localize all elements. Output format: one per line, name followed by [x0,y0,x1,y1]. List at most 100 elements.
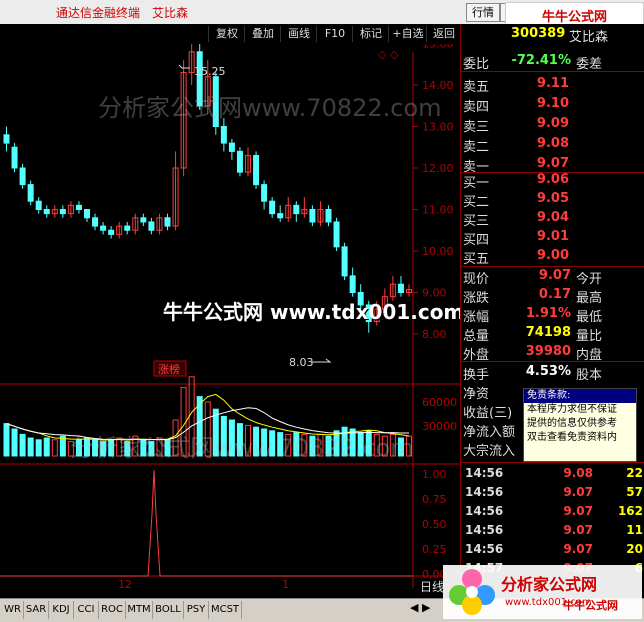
indicator-tab-roc[interactable]: ROC [99,601,126,619]
candle-body [309,209,316,223]
bid-label: 买五 [463,252,490,267]
chart-toolbar: 复权 叠加 画线 F10 标记 +自选 返回 [0,24,460,44]
f10-button[interactable]: F10 [316,26,353,42]
candle-body [261,184,268,202]
candle-body [108,229,115,235]
tick-price: 9.07 [563,504,593,518]
ask-label: 卖五 [463,80,490,95]
add-favorite-button[interactable]: +自选 [388,26,427,42]
quote-row: 现价 9.07 今开 [461,266,644,287]
app-title: 通达信金融终端 [56,6,141,20]
overlay-button[interactable]: 叠加 [244,26,281,42]
indicator-tab-mcst[interactable]: MCST [209,601,242,619]
quote-value: 1.91% [525,306,571,321]
candle-body [3,134,10,144]
candle-body [269,200,276,215]
fenxijia-logo-text: 分析家公式网 [501,575,598,594]
volume-bar [11,428,18,457]
bid-row: 买一 9.06 [461,170,644,191]
candle-body [124,225,131,231]
indicator-tab-wr[interactable]: WR [2,601,24,619]
weibi-value: -72.41% [511,53,571,68]
weicha-label: 委差 [576,57,603,72]
disclaimer-line: 提供的信息仅供参考 [527,418,617,429]
price-tick-label: 15.00 [422,44,454,51]
bid-price: 9.04 [536,210,569,225]
indicator-tab-mtm[interactable]: MTM [126,601,153,619]
candle-body [75,204,82,211]
tick-volume: 57 [626,485,643,499]
volume-tick-label: 60000 [422,396,457,409]
indicator-tab-kdj[interactable]: KDJ [49,601,74,619]
quote-value: 74198 [525,325,571,340]
quote-button[interactable]: 行情 [466,3,500,22]
volume-tick-label: 30000 [422,420,457,433]
ask-row: 卖三 9.09 [461,114,644,135]
quote-row: 涨幅 1.91% 最低 [461,304,644,325]
price-tick-label: 8.00 [422,328,447,341]
candle-body [148,221,155,231]
volume-bar [3,423,10,457]
low-arrow [312,358,332,363]
indicator-tab-cci[interactable]: CCI [74,601,99,619]
stock-title: 艾比森 [152,6,189,20]
zhangbang-label: 涨榜 [158,362,180,376]
date-label-12: 12 [118,578,132,591]
candle-body [397,283,404,293]
ask-row: 卖五 9.11 [461,74,644,95]
stock-code: 300389 [511,26,566,41]
tdx001-banner: 牛牛公式网 www.tdx001.com [163,300,465,324]
quote-panel: 300389 艾比森 委比 -72.41% 委差 卖五 9.11 卖四 9.10 卖三 9… [460,24,644,598]
draw-line-button[interactable]: 画线 [280,26,317,42]
volume-bar [43,437,50,457]
indicator-tab-boll[interactable]: BOLL [153,601,184,619]
mark-button[interactable]: 标记 [352,26,389,42]
separator [461,462,644,463]
fuquan-button[interactable]: 复权 [208,26,245,42]
tick-price: 9.07 [563,542,593,556]
tick-time: 14:56 [465,542,504,556]
disclaimer-tooltip[interactable]: 免责条款: 本程序力求但不保证 提供的信息仅供参考 双击查看免责资料内 [523,388,637,462]
ask-label: 卖二 [463,140,490,155]
ask-price: 9.09 [536,116,569,131]
indicator-tick-label: 0.50 [422,518,447,531]
indicator-tab-psy[interactable]: PSY [184,601,209,619]
price-tick-label: 11.00 [422,204,454,217]
watermark-bottom: 分析家公式网www.70822.com [70,434,414,462]
bid-price: 9.06 [536,172,569,187]
ask-label: 卖三 [463,120,490,135]
high-arrow [178,64,190,69]
candle-body [325,209,332,223]
low-price-label: 8.03 [289,356,314,369]
candle-body [277,213,284,219]
price-tick-label: 12.00 [422,162,454,175]
bid-row: 买三 9.04 [461,208,644,229]
separator [461,71,644,72]
scroll-arrows-icon[interactable]: ◀ ▶ [410,601,430,614]
extra-label: 大宗流入 [463,444,516,459]
candle-body [341,246,348,277]
tick-price: 9.08 [563,466,593,480]
candle-body [293,204,300,215]
candle-body [84,209,90,219]
day-line-label[interactable]: 日线 [420,578,444,595]
quote-row: 涨跌 0.17 最高 [461,285,644,306]
candle-body [164,217,171,227]
tick-volume: 11 [626,523,643,537]
disclaimer-line: 本程序力求但不保证 [527,404,617,415]
tick-time: 14:56 [465,523,504,537]
bid-row: 买二 9.05 [461,189,644,210]
candle-body [59,209,66,215]
indicator-tick-label: 1.00 [422,468,447,481]
tick-volume: 22 [626,466,643,480]
diamond-marker: ◇ ◇ [378,48,399,61]
ask-price: 9.11 [536,76,569,91]
weibi-row: 委比 -72.41% 委差 [461,51,644,72]
high-price-label: 15.25 [194,65,226,78]
tick-volume: 20 [626,542,643,556]
back-button[interactable]: 返回 [426,26,461,42]
logo-name: 牛牛公式网 [563,599,618,612]
indicator-tab-sar[interactable]: SAR [24,601,49,619]
ask-label: 卖四 [463,100,490,115]
tick-volume: 162 [617,504,643,518]
